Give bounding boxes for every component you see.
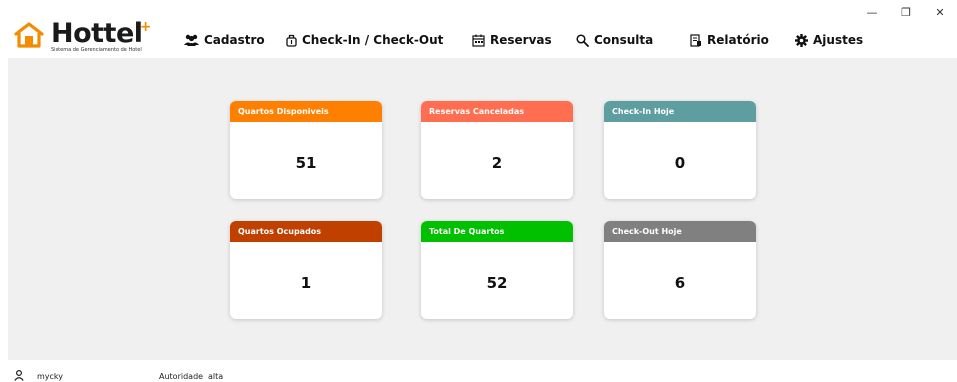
username: mycky (37, 372, 64, 381)
dashboard-panel: Quartos Disponiveis 51 Reservas Cancelad… (8, 58, 957, 360)
card-title: Quartos Ocupados (230, 221, 382, 242)
nav-consulta-label: Consulta (594, 33, 654, 47)
card-value: 2 (491, 154, 503, 172)
card-value: 6 (674, 274, 686, 292)
card-title: Total De Quartos (421, 221, 573, 242)
brand-text: Hottel + Sistema de Gerenciamento de Hot… (51, 19, 152, 53)
nav-checkin-checkout[interactable]: Check-In / Check-Out (286, 33, 443, 47)
brand-plus: + (139, 19, 152, 35)
card-title: Reservas Canceladas (421, 101, 573, 122)
nav-consulta[interactable]: Consulta (576, 33, 653, 47)
status-bar: mycky Autoridade alta (0, 370, 957, 382)
users-icon (184, 34, 199, 46)
nav-ajustes-label: Ajustes (813, 33, 864, 47)
card-title: Quartos Disponiveis (230, 101, 382, 122)
card-title: Check-Out Hoje (604, 221, 756, 242)
card-value: 52 (486, 274, 508, 292)
nav-reservas[interactable]: Reservas (472, 33, 552, 47)
nav-relatorio-label: Relatório (707, 33, 769, 47)
nav-relatorio[interactable]: Relatório (690, 33, 769, 47)
nav-cadastro-label: Cadastro (204, 33, 265, 47)
nav-ajustes[interactable]: Ajustes (795, 33, 863, 47)
brand-title: Hottel (51, 20, 143, 47)
nav-checkin-label: Check-In / Check-Out (302, 33, 444, 47)
card-value: 51 (295, 154, 317, 172)
card-check-in-hoje[interactable]: Check-In Hoje 0 (604, 101, 756, 199)
authority-label: Autoridade (159, 372, 204, 381)
luggage-icon (286, 34, 297, 47)
card-value: 0 (674, 154, 686, 172)
header: Hottel + Sistema de Gerenciamento de Hot… (0, 0, 957, 58)
report-icon (690, 33, 701, 47)
card-quartos-disponiveis[interactable]: Quartos Disponiveis 51 (230, 101, 382, 199)
authority-value: alta (208, 372, 224, 381)
card-value: 1 (300, 274, 312, 292)
card-quartos-ocupados[interactable]: Quartos Ocupados 1 (230, 221, 382, 319)
card-check-out-hoje[interactable]: Check-Out Hoje 6 (604, 221, 756, 319)
brand-title-text: Hottel (51, 18, 143, 49)
nav-cadastro[interactable]: Cadastro (184, 33, 265, 47)
gear-icon (795, 33, 808, 47)
card-title: Check-In Hoje (604, 101, 756, 122)
card-total-de-quartos[interactable]: Total De Quartos 52 (421, 221, 573, 319)
brand-logo: Hottel + Sistema de Gerenciamento de Hot… (14, 19, 152, 53)
card-reservas-canceladas[interactable]: Reservas Canceladas 2 (421, 101, 573, 199)
house-logo-icon (14, 22, 44, 48)
nav-reservas-label: Reservas (490, 33, 552, 47)
search-icon (576, 33, 589, 47)
brand-subtitle: Sistema de Gerenciamento de Hotel (51, 47, 142, 53)
user-icon (14, 370, 24, 381)
calendar-icon (472, 34, 485, 47)
